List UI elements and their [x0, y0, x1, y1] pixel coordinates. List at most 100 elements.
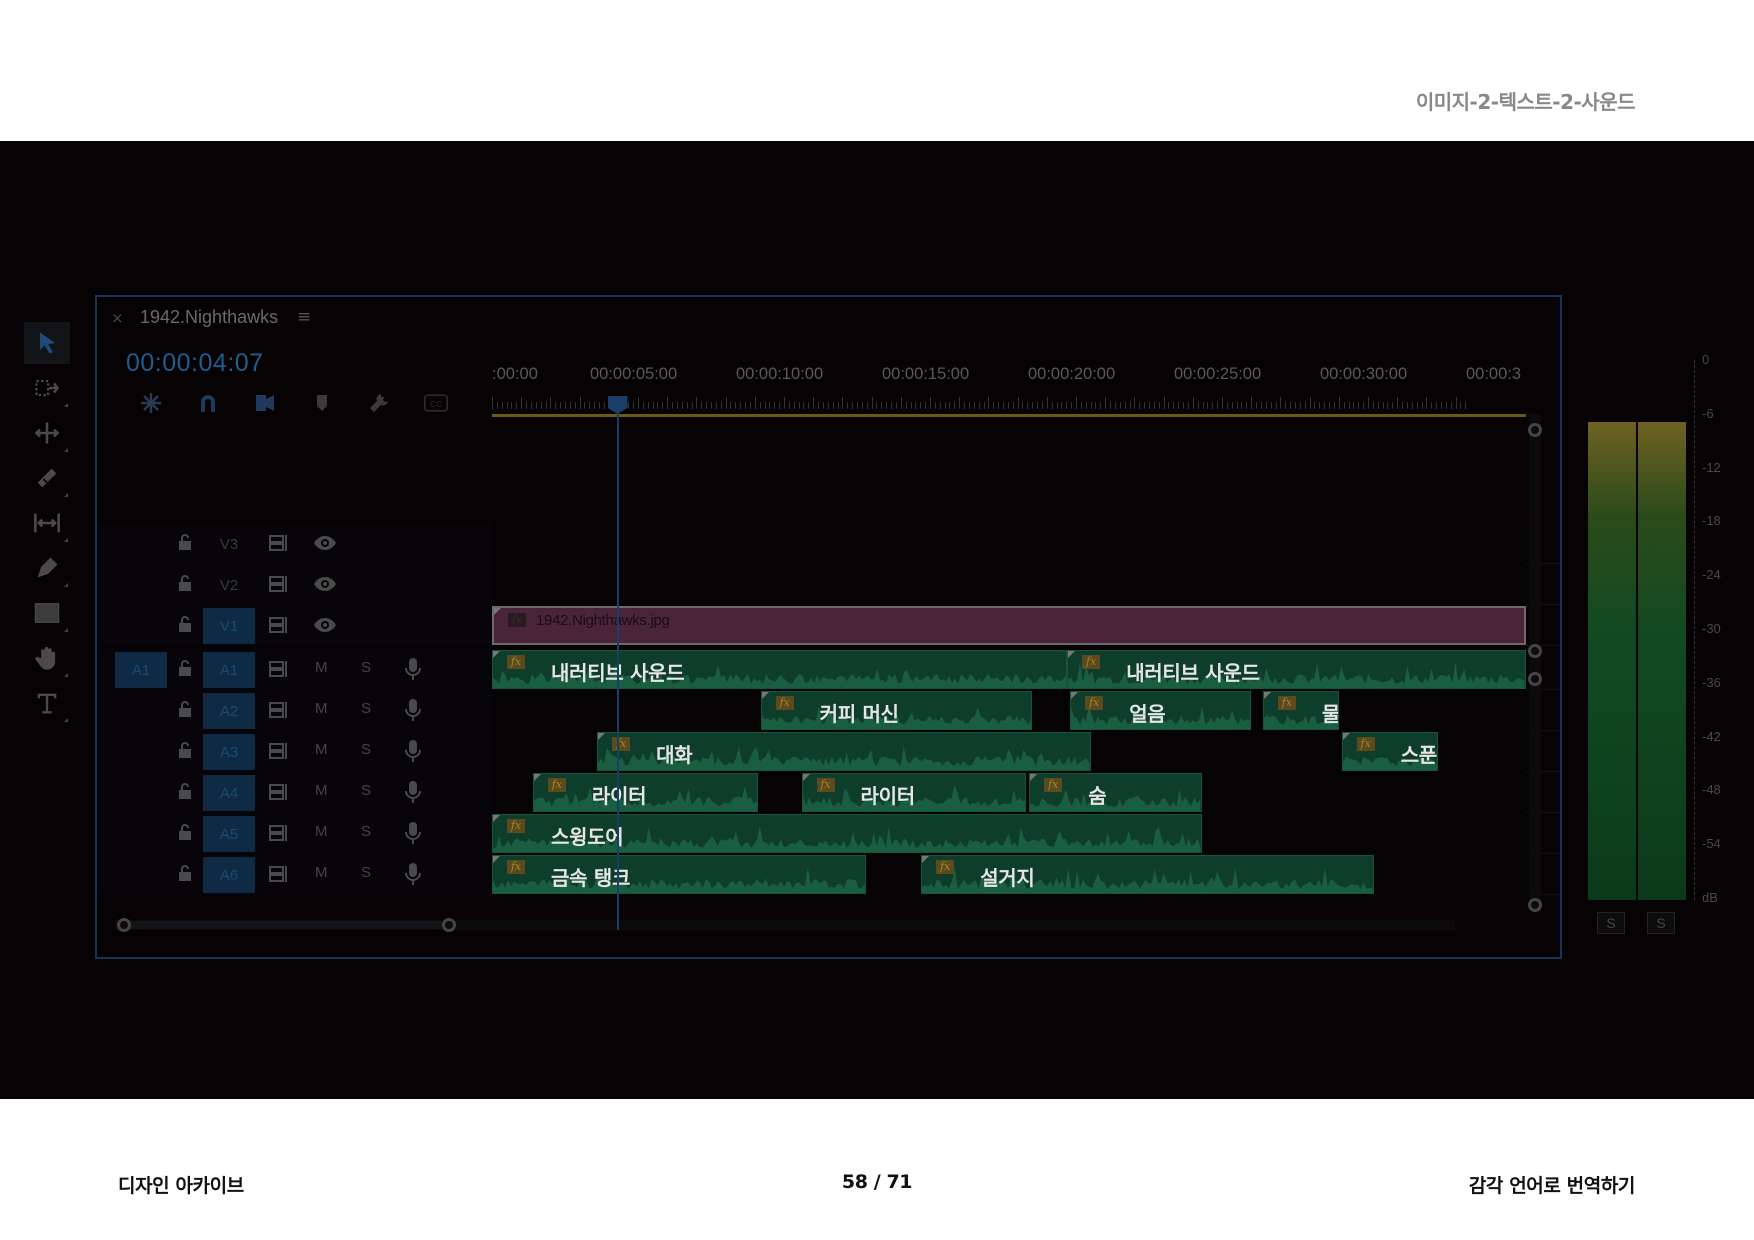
source-patch[interactable]: A1 — [115, 652, 167, 688]
solo-button[interactable]: S — [361, 823, 371, 840]
sync-lock-icon[interactable] — [269, 660, 291, 682]
fx-badge-icon[interactable]: fx — [507, 860, 525, 874]
solo-button[interactable]: S — [361, 741, 371, 758]
zoom-handle-left[interactable] — [117, 918, 131, 932]
microphone-icon[interactable] — [404, 739, 422, 767]
audio-clip[interactable]: fx 대화 — [597, 732, 1091, 771]
meter-solo-left-button[interactable]: S — [1597, 912, 1625, 934]
scroll-knob-bottom[interactable] — [1528, 898, 1542, 912]
sync-lock-icon[interactable] — [269, 742, 291, 764]
scroll-knob-video[interactable] — [1528, 644, 1542, 658]
vertical-scrollbar[interactable] — [1529, 414, 1541, 908]
sync-lock-icon[interactable] — [269, 534, 291, 556]
lock-icon[interactable] — [177, 700, 199, 722]
track-target[interactable]: A1 — [203, 652, 255, 688]
rectangle-icon[interactable] — [24, 592, 70, 634]
microphone-icon[interactable] — [404, 657, 422, 685]
playhead-timecode[interactable]: 00:00:04:07 — [126, 349, 264, 378]
type-icon[interactable] — [24, 682, 70, 724]
track-target[interactable]: A5 — [203, 816, 255, 852]
audio-clip[interactable]: fx 내러티브 사운드 — [1067, 650, 1526, 689]
lock-icon[interactable] — [177, 741, 199, 763]
meter-solo-right-button[interactable]: S — [1647, 912, 1675, 934]
captions-icon[interactable]: CC — [407, 389, 464, 417]
audio-clip[interactable]: fx 스윙도어 — [492, 814, 1202, 853]
mute-button[interactable]: M — [315, 864, 328, 881]
razor-icon[interactable] — [24, 457, 70, 499]
track-lane[interactable]: fx 내러티브 사운드 fx 내러티브 사운드 — [492, 649, 1526, 690]
solo-button[interactable]: S — [361, 782, 371, 799]
fx-badge-icon[interactable]: fx — [775, 696, 794, 710]
track-select-forward-icon[interactable] — [24, 367, 70, 409]
audio-clip[interactable]: fx 커피 머신 — [760, 691, 1033, 730]
scroll-knob-audio[interactable] — [1528, 672, 1542, 686]
audio-clip[interactable]: fx 내러티브 사운드 — [492, 650, 1068, 689]
lock-icon[interactable] — [177, 823, 199, 845]
sync-lock-icon[interactable] — [269, 824, 291, 846]
fx-badge-icon[interactable]: fx — [1085, 696, 1104, 710]
sync-lock-icon[interactable] — [269, 701, 291, 723]
playhead-line[interactable] — [616, 412, 619, 930]
marker-icon[interactable] — [293, 389, 350, 417]
fx-badge-icon[interactable]: fx — [1082, 655, 1101, 669]
track-lane[interactable]: fx 스윙도어 — [492, 813, 1526, 854]
audio-clip[interactable]: fx 금속 탱크 — [492, 855, 866, 894]
audio-clip[interactable]: fx 물 — [1262, 691, 1339, 730]
track-target[interactable]: A4 — [203, 775, 255, 811]
lock-icon[interactable] — [177, 659, 199, 681]
lock-icon[interactable] — [177, 864, 199, 886]
microphone-icon[interactable] — [404, 862, 422, 890]
video-clip[interactable]: fx 1942.Nighthawks.jpg — [492, 606, 1526, 645]
horizontal-scroll-thumb[interactable] — [119, 921, 444, 929]
hand-icon[interactable] — [24, 637, 70, 679]
lock-icon[interactable] — [177, 615, 199, 637]
track-target[interactable]: V1 — [203, 608, 255, 644]
audio-clip[interactable]: fx 숨 — [1029, 773, 1202, 812]
track-target[interactable]: A6 — [203, 857, 255, 893]
track-lane[interactable] — [492, 564, 1526, 605]
fx-badge-icon[interactable]: fx — [1356, 737, 1375, 751]
mute-button[interactable]: M — [315, 741, 328, 758]
solo-button[interactable]: S — [361, 659, 371, 676]
mute-button[interactable]: M — [315, 782, 328, 799]
track-lane[interactable]: fx 커피 머신 fx 얼음 fx 물 — [492, 690, 1526, 731]
pen-icon[interactable] — [24, 547, 70, 589]
audio-clip[interactable]: fx 라이터 — [532, 773, 758, 812]
track-lane[interactable] — [492, 523, 1526, 564]
track-lane[interactable]: fx 대화 fx 스푼 — [492, 731, 1526, 772]
audio-clip[interactable]: fx 얼음 — [1070, 691, 1252, 730]
sequence-tab-title[interactable]: 1942.Nighthawks — [140, 307, 278, 328]
fx-badge-icon[interactable]: fx — [507, 819, 525, 833]
mute-button[interactable]: M — [315, 700, 328, 717]
lock-icon[interactable] — [177, 782, 199, 804]
microphone-icon[interactable] — [404, 821, 422, 849]
solo-button[interactable]: S — [361, 700, 371, 717]
slip-icon[interactable] — [24, 502, 70, 544]
magnet-icon[interactable] — [179, 389, 236, 417]
track-target[interactable]: V2 — [203, 567, 255, 603]
microphone-icon[interactable] — [404, 780, 422, 808]
ripple-edit-icon[interactable] — [24, 412, 70, 454]
sync-lock-icon[interactable] — [269, 783, 291, 805]
fx-badge-icon[interactable]: fx — [1277, 696, 1296, 710]
microphone-icon[interactable] — [404, 698, 422, 726]
wrench-icon[interactable] — [350, 389, 407, 417]
mute-button[interactable]: M — [315, 823, 328, 840]
mute-button[interactable]: M — [315, 659, 328, 676]
fx-badge-icon[interactable]: fx — [507, 655, 525, 669]
work-area-bar[interactable] — [492, 414, 1526, 417]
audio-clip[interactable]: fx 설거지 — [921, 855, 1374, 894]
sync-lock-icon[interactable] — [269, 616, 291, 638]
fx-badge-icon[interactable]: fx — [612, 737, 631, 751]
panel-menu-icon[interactable]: ≡ — [297, 307, 311, 327]
scroll-knob-top[interactable] — [1528, 423, 1542, 437]
lock-icon[interactable] — [177, 574, 199, 596]
selection-tool-icon[interactable] — [24, 322, 70, 364]
fx-badge-icon[interactable]: fx — [816, 778, 835, 792]
linked-selection-icon[interactable] — [236, 389, 293, 417]
solo-button[interactable]: S — [361, 864, 371, 881]
track-target[interactable]: A3 — [203, 734, 255, 770]
fx-badge-icon[interactable]: fx — [1044, 778, 1063, 792]
fx-badge-icon[interactable]: fx — [936, 860, 955, 874]
track-lane[interactable]: fx 라이터 fx 라이터 fx 숨 — [492, 772, 1526, 813]
